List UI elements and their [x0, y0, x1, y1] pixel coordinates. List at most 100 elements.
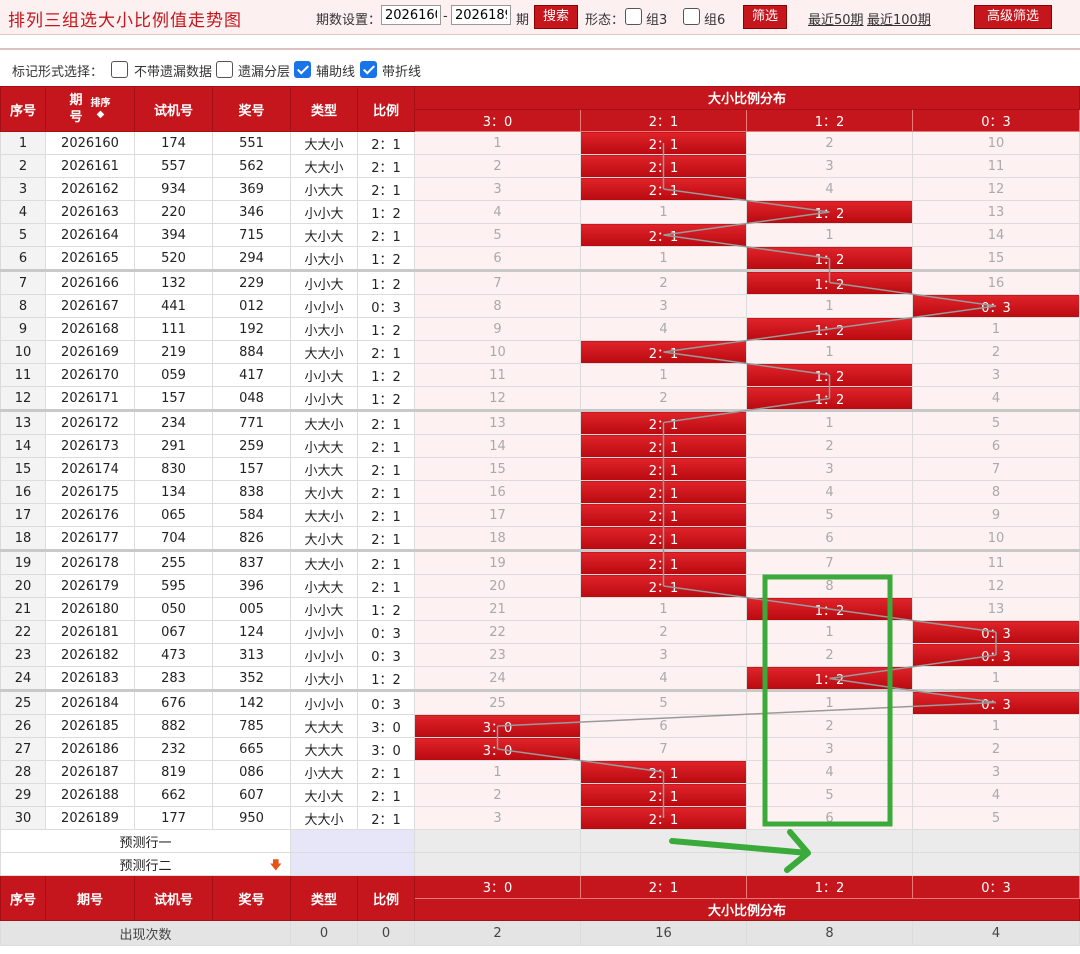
dist-cell: 4	[414, 200, 581, 224]
row-issue: 2026174	[45, 457, 135, 481]
table-row: 25 2026184 676 142 小小小 0：3 25 5 1 0：3	[0, 690, 1080, 715]
header-issue[interactable]: 期号 排序 ◆	[45, 86, 135, 132]
row-seq: 1	[0, 131, 46, 155]
dist-cell: 11	[414, 363, 581, 387]
row-seq: 14	[0, 434, 46, 458]
row-prize: 005	[212, 597, 291, 621]
sort-toggle[interactable]: 排序 ◆	[91, 98, 111, 120]
row-trial: 065	[134, 503, 213, 527]
dist-cell: 4	[746, 177, 913, 201]
table-row: 10 2026169 219 884 大大小 2：1 10 2：1 1 2	[0, 340, 1080, 364]
row-ratio: 2：1	[357, 480, 415, 504]
predict-cell[interactable]	[912, 852, 1080, 876]
header-ratio: 比例	[357, 86, 415, 132]
recent-50-link[interactable]: 最近50期	[808, 9, 864, 28]
dist-col-0-3: 0：3	[912, 108, 1080, 132]
mark-options-label: 标记形式选择：	[12, 65, 104, 80]
predict-cell[interactable]	[414, 829, 581, 853]
helper-line-checkbox[interactable]	[294, 61, 311, 78]
group3-checkbox[interactable]	[625, 8, 642, 25]
predict-cell[interactable]	[580, 852, 747, 876]
row-issue: 2026179	[45, 574, 135, 598]
dist-cell: 18	[414, 526, 581, 552]
row-prize: 837	[212, 550, 291, 575]
row-trial: 220	[134, 200, 213, 224]
table-row: 4 2026163 220 346 小小大 1：2 4 1 1：2 13	[0, 200, 1080, 224]
table-row: 5 2026164 394 715 大小大 2：1 5 2：1 1 14	[0, 223, 1080, 247]
advanced-filter-button[interactable]: 高级筛选	[974, 5, 1052, 29]
row-seq: 22	[0, 620, 46, 644]
row-prize: 584	[212, 503, 291, 527]
predict-cell[interactable]	[746, 852, 913, 876]
footer-header-issue: 期号	[45, 875, 135, 921]
header-distribution: 大小比例分布	[414, 86, 1080, 110]
row-issue: 2026166	[45, 270, 135, 295]
row-seq: 30	[0, 806, 46, 830]
table-row: 9 2026168 111 192 小大小 1：2 9 4 1：2 1	[0, 317, 1080, 341]
row-trial: 557	[134, 154, 213, 178]
row-ratio: 2：1	[357, 760, 415, 784]
predict-cell[interactable]	[746, 829, 913, 853]
polyline-checkbox[interactable]	[360, 61, 377, 78]
predict-cell[interactable]	[912, 829, 1080, 853]
row-prize: 562	[212, 154, 291, 178]
row-type: 小小大	[290, 386, 358, 412]
no-missing-checkbox[interactable]	[111, 61, 128, 78]
dist-cell: 1	[912, 317, 1080, 341]
row-type: 小小小	[290, 294, 358, 318]
dist-hit-cell: 1：2	[746, 270, 913, 295]
dist-hit-cell: 2：1	[580, 340, 747, 364]
missing-layer-checkbox[interactable]	[216, 61, 233, 78]
row-ratio: 2：1	[357, 177, 415, 201]
dist-cell: 6	[746, 526, 913, 552]
dist-cell: 1	[580, 597, 747, 621]
dist-cell: 20	[414, 574, 581, 598]
dist-cell: 1	[746, 223, 913, 247]
row-type: 小大小	[290, 246, 358, 272]
period-from-input[interactable]	[381, 5, 441, 25]
table-row: 20 2026179 595 396 小大大 2：1 20 2：1 8 12	[0, 574, 1080, 598]
row-seq: 24	[0, 666, 46, 692]
row-trial: 704	[134, 526, 213, 552]
down-arrow-icon[interactable]: 🡇	[270, 856, 282, 875]
row-type: 小小小	[290, 690, 358, 715]
row-trial: 676	[134, 690, 213, 715]
group6-checkbox[interactable]	[683, 8, 700, 25]
row-type: 大小大	[290, 783, 358, 807]
dist-hit-cell: 1：2	[746, 386, 913, 412]
predict-row-2-input[interactable]	[290, 852, 415, 876]
row-issue: 2026188	[45, 783, 135, 807]
dist-cell: 2	[746, 131, 913, 155]
row-seq: 23	[0, 643, 46, 667]
dist-cell: 10	[912, 526, 1080, 552]
table-row: 19 2026178 255 837 大大小 2：1 19 2：1 7 11	[0, 550, 1080, 575]
dist-hit-cell: 1：2	[746, 200, 913, 224]
dist-cell: 2	[912, 340, 1080, 364]
row-ratio: 2：1	[357, 783, 415, 807]
dist-cell: 13	[414, 410, 581, 435]
row-ratio: 2：1	[357, 550, 415, 575]
predict-row-1-input[interactable]	[290, 829, 415, 853]
count-value: 8	[746, 920, 913, 946]
predict-cell[interactable]	[580, 829, 747, 853]
dist-cell: 13	[912, 200, 1080, 224]
dist-cell: 15	[414, 457, 581, 481]
row-type: 大大小	[290, 154, 358, 178]
filter-button[interactable]: 筛选	[743, 5, 787, 29]
row-type: 大大小	[290, 806, 358, 830]
dist-cell: 2	[746, 643, 913, 667]
row-prize: 352	[212, 666, 291, 692]
predict-cell[interactable]	[414, 852, 581, 876]
period-to-input[interactable]	[451, 5, 511, 25]
no-missing-label: 不带遗漏数据	[134, 65, 213, 80]
dist-cell: 21	[414, 597, 581, 621]
search-button[interactable]: 搜索	[534, 5, 578, 29]
table-row: 13 2026172 234 771 大大小 2：1 13 2：1 1 5	[0, 410, 1080, 435]
count-ratio: 0	[357, 920, 415, 946]
recent-100-link[interactable]: 最近100期	[867, 9, 931, 28]
dist-cell: 1	[912, 666, 1080, 692]
row-issue: 2026170	[45, 363, 135, 387]
row-trial: 174	[134, 131, 213, 155]
row-seq: 13	[0, 410, 46, 435]
row-issue: 2026182	[45, 643, 135, 667]
